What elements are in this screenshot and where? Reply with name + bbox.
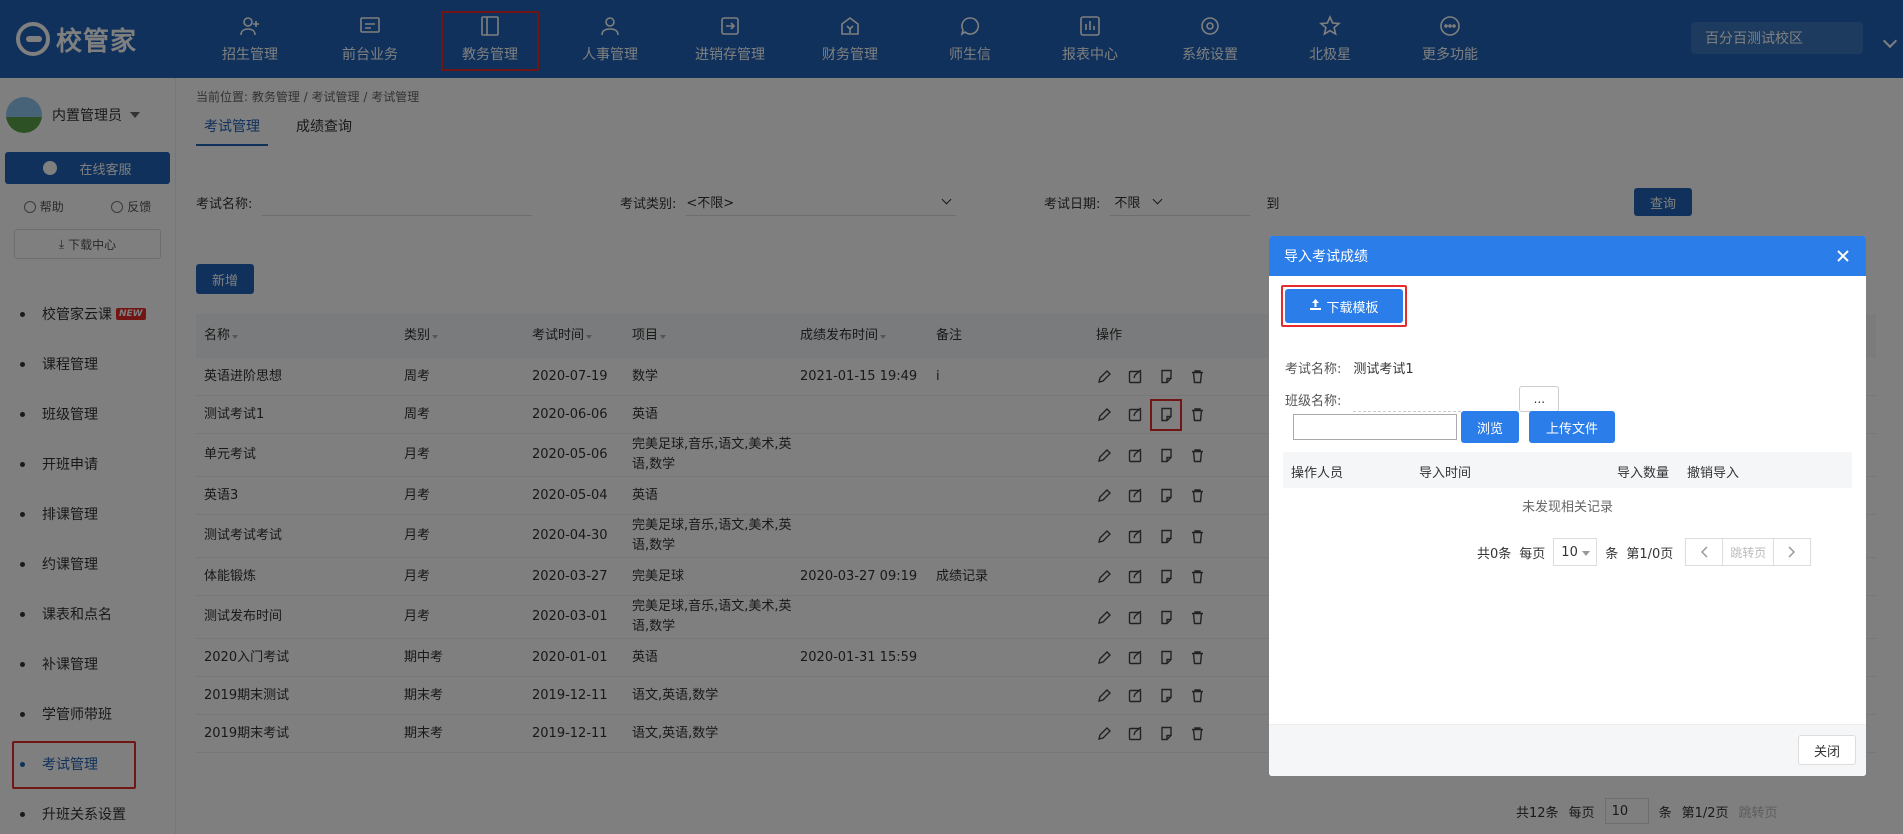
upload-icon [1309,298,1322,315]
dialog-footer: 关闭 [1269,724,1866,776]
import-history-header: 操作人员 导入时间 导入数量 撤销导入 [1283,452,1852,488]
close-button[interactable]: 关闭 [1798,735,1856,765]
caret-down-icon [1582,551,1591,556]
import-scores-dialog: 导入考试成绩 下载模板 考试名称: 测试考试1 班级名称: ... 浏览 上传文… [1269,236,1866,776]
exam-name-row: 考试名称: 测试考试1 [1285,358,1414,377]
jump-page-input[interactable]: 跳转页 [1722,539,1775,565]
class-name-row: 班级名称: ... [1285,386,1560,412]
close-icon[interactable] [1834,247,1852,265]
class-name-input[interactable] [1353,386,1502,412]
chevron-right-icon[interactable] [1774,539,1810,565]
chevron-left-icon[interactable] [1686,539,1722,565]
page-navigator: 跳转页 [1685,538,1812,566]
dialog-pager: 共0条 每页 10 条 第1/0页 跳转页 [1477,538,1812,566]
exam-name-value: 测试考试1 [1353,362,1414,377]
browse-button[interactable]: 浏览 [1461,411,1519,443]
empty-state: 未发现相关记录 [1521,500,1613,515]
per-page-select[interactable]: 10 [1553,538,1598,566]
file-path-input[interactable] [1293,414,1457,440]
upload-file-button[interactable]: 上传文件 [1529,411,1615,443]
select-class-button[interactable]: ... [1519,386,1560,412]
dialog-body: 下载模板 考试名称: 测试考试1 班级名称: ... 浏览 上传文件 操作人员 … [1269,276,1866,724]
download-template-button[interactable]: 下载模板 [1285,289,1403,323]
dialog-header: 导入考试成绩 [1269,236,1866,276]
dialog-title: 导入考试成绩 [1284,249,1368,265]
